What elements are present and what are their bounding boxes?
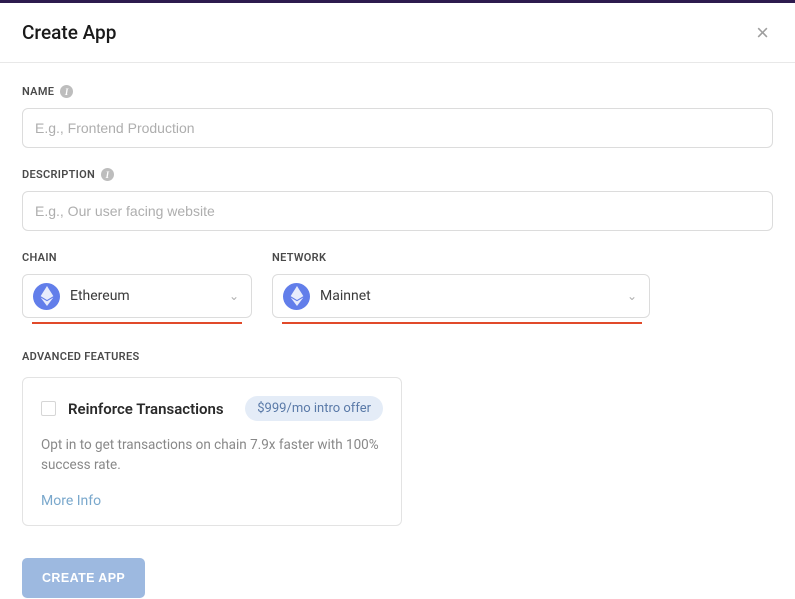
chevron-down-icon: ⌄	[229, 289, 239, 303]
chain-network-row: CHAIN Ethereum ⌄ NETWORK Mainnet	[22, 251, 773, 318]
close-icon: ×	[756, 20, 769, 45]
chain-column: CHAIN Ethereum ⌄	[22, 251, 252, 318]
name-label: NAME i	[22, 85, 773, 98]
description-label-text: DESCRIPTION	[22, 168, 95, 181]
name-label-text: NAME	[22, 85, 54, 98]
name-input[interactable]	[22, 108, 773, 148]
chain-value: Ethereum	[70, 288, 219, 304]
network-column: NETWORK Mainnet ⌄	[272, 251, 650, 318]
description-label: DESCRIPTION i	[22, 168, 773, 181]
reinforce-checkbox[interactable]	[41, 401, 56, 416]
ethereum-icon	[283, 283, 310, 310]
network-underline	[282, 322, 642, 324]
info-icon[interactable]: i	[101, 168, 114, 181]
more-info-link[interactable]: More Info	[41, 493, 101, 509]
chevron-down-icon: ⌄	[627, 289, 637, 303]
network-select[interactable]: Mainnet ⌄	[272, 274, 650, 318]
modal-body: NAME i DESCRIPTION i CHAIN Ethereum ⌄	[0, 63, 795, 599]
info-icon[interactable]: i	[60, 85, 73, 98]
feature-header: Reinforce Transactions $999/mo intro off…	[41, 396, 383, 421]
modal-title: Create App	[22, 21, 116, 44]
modal-header: Create App ×	[0, 3, 795, 63]
create-app-modal: Create App × NAME i DESCRIPTION i CHAIN	[0, 3, 795, 599]
name-field-group: NAME i	[22, 85, 773, 148]
chain-select[interactable]: Ethereum ⌄	[22, 274, 252, 318]
network-value: Mainnet	[320, 288, 617, 304]
network-label: NETWORK	[272, 251, 650, 264]
description-field-group: DESCRIPTION i	[22, 168, 773, 231]
description-input[interactable]	[22, 191, 773, 231]
close-button[interactable]: ×	[752, 22, 773, 44]
feature-description: Opt in to get transactions on chain 7.9x…	[41, 435, 383, 476]
create-app-button[interactable]: CREATE APP	[22, 558, 145, 598]
reinforce-transactions-card: Reinforce Transactions $999/mo intro off…	[22, 377, 402, 526]
chain-label: CHAIN	[22, 251, 252, 264]
price-badge: $999/mo intro offer	[245, 396, 383, 421]
feature-title: Reinforce Transactions	[68, 400, 224, 418]
ethereum-icon	[33, 283, 60, 310]
chain-underline	[32, 322, 242, 324]
advanced-features-label: ADVANCED FEATURES	[22, 350, 773, 363]
